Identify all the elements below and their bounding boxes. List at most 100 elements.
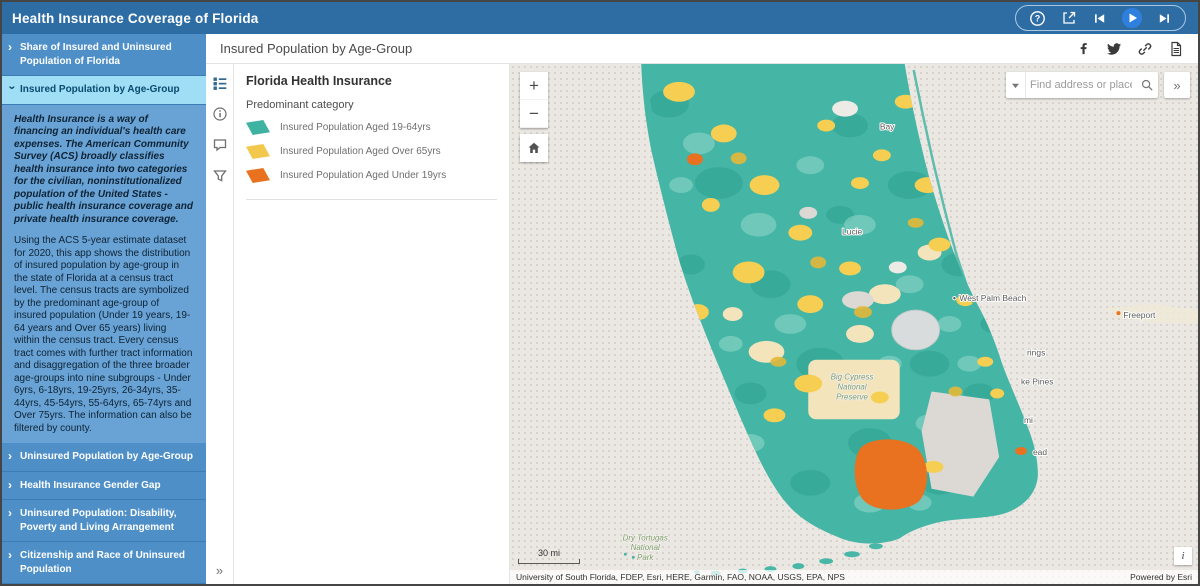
map-canvas[interactable]: Bay Lucie West Palm Beach Freeport rings… [510,64,1198,584]
share-buttons [1076,41,1184,57]
app-title: Health Insurance Coverage of Florida [12,10,259,26]
sidebar-item-label: Health Insurance Gender Gap [20,479,161,491]
sidebar-item-label: Share of Insured and Uninsured Populatio… [20,42,172,67]
home-button[interactable] [520,134,548,162]
help-button[interactable]: ? [1029,10,1046,27]
app-header: Health Insurance Coverage of Florida ? [2,2,1198,34]
panel-collapse-button[interactable]: » [206,563,233,578]
filter-icon [212,170,227,182]
zoom-in-button[interactable]: + [520,72,548,100]
park-label: Park [637,553,654,562]
legend-item: Insured Population Aged Over 65yrs [246,144,497,159]
zoom-controls: + − [520,72,548,128]
legend-item: Insured Population Aged 19-64yrs [246,120,497,135]
florida-map: Bay Lucie West Palm Beach Freeport rings… [622,64,1198,576]
copy-link-button[interactable] [1137,41,1153,57]
legend-swatch-yellow [246,144,270,159]
speech-bubble-icon [213,139,226,152]
facebook-icon [1080,43,1087,55]
chevron-right-icon: › [8,449,12,463]
legend-item-label: Insured Population Aged 19-64yrs [280,122,431,133]
search-submit-button[interactable] [1136,72,1158,98]
search-widget: » [1006,72,1190,98]
caret-down-icon [1012,83,1019,88]
legend-item-label: Insured Population Aged Over 65yrs [280,146,441,157]
app-window: Health Insurance Coverage of Florida ? ›… [0,0,1200,586]
sidebar: › Share of Insured and Uninsured Populat… [2,34,206,584]
comment-tab-button[interactable] [212,137,228,153]
scale-label: 30 mi [537,548,560,558]
map-label: rings [1027,348,1045,358]
powered-by-esri-link[interactable]: Powered by Esri [1130,572,1192,582]
legend-title: Florida Health Insurance [246,74,392,88]
map-label: Freeport [1123,310,1156,320]
park-label: National [631,543,660,552]
attribution-bar: University of South Florida, FDEP, Esri,… [510,570,1198,584]
panel-tool-strip: » [206,64,234,584]
sidebar-item-label: Uninsured Population: Disability, Povert… [20,508,177,533]
main-header: Insured Population by Age-Group [206,34,1198,64]
question-circle-icon: ? [1030,10,1045,26]
link-icon [1138,42,1152,55]
info-tab-button[interactable] [212,106,228,122]
skip-previous-button[interactable] [1092,11,1107,26]
legend-panel: Florida Health Insurance Predominant cat… [234,64,510,584]
map-label: Bay [880,122,895,132]
map-label: ead [1033,447,1047,457]
twitter-icon [1107,42,1121,55]
legend-item: Insured Population Aged Under 19yrs [246,168,497,183]
facebook-share-button[interactable] [1076,41,1091,56]
svg-text:?: ? [1035,13,1041,23]
skip-next-button[interactable] [1157,11,1172,26]
play-icon [1129,13,1137,23]
sidebar-item-gender-gap[interactable]: › Health Insurance Gender Gap [2,471,206,500]
home-icon [528,142,540,153]
chevron-right-icon: › [8,548,12,562]
sidebar-item-uninsured-by-age[interactable]: › Uninsured Population by Age-Group [2,443,206,472]
chevron-right-icon: › [8,477,12,492]
legend-widget: Florida Health Insurance Predominant cat… [246,73,497,200]
sidebar-description: Health Insurance is a way of financing a… [2,105,206,444]
legend-icon [213,77,226,90]
legend-swatch-teal [246,120,270,135]
park-label: Big Cypress [831,373,874,382]
description-body: Using the ACS 5-year estimate dataset fo… [14,235,193,434]
map-expand-button[interactable]: » [1164,72,1190,98]
legend-tab-button[interactable] [212,75,228,91]
header-controls: ? [1015,5,1186,31]
legend-swatch-orange [246,168,270,183]
description-intro: Health Insurance is a way of financing a… [14,113,193,225]
search-icon [1141,79,1153,91]
export-button[interactable] [1061,10,1077,26]
play-button[interactable] [1122,8,1142,28]
page-title: Insured Population by Age-Group [220,41,413,56]
sidebar-item-share-insured-uninsured[interactable]: › Share of Insured and Uninsured Populat… [2,34,206,76]
sidebar-item-insured-by-age[interactable]: › Insured Population by Age-Group [2,76,206,105]
attribution-info-button[interactable]: i [1174,547,1192,565]
chevron-right-icon: › [8,506,12,520]
export-icon [1063,11,1076,24]
export-pdf-button[interactable] [1168,41,1184,57]
scale-bracket [518,559,580,564]
sidebar-item-label: Citizenship and Race of Uninsured Popula… [20,550,186,575]
pdf-icon [1171,41,1182,56]
search-source-dropdown[interactable] [1006,72,1026,98]
info-icon [212,107,227,121]
search-input[interactable] [1026,79,1136,91]
sidebar-item-disability-poverty[interactable]: › Uninsured Population: Disability, Pove… [2,500,206,542]
skip-previous-icon [1095,13,1105,23]
twitter-share-button[interactable] [1106,41,1122,57]
sidebar-item-citizenship-race[interactable]: › Citizenship and Race of Uninsured Popu… [2,542,206,584]
filter-tab-button[interactable] [212,168,228,184]
scale-bar: 30 mi [518,548,580,564]
park-label: Dry Tortugas [623,533,668,542]
search-box [1006,72,1158,98]
attribution-text: University of South Florida, FDEP, Esri,… [516,572,845,582]
legend-item-label: Insured Population Aged Under 19yrs [280,170,447,181]
main-area: Insured Population by Age-Group » Florid… [206,34,1198,584]
chevron-right-icon: › [8,40,12,54]
zoom-out-button[interactable]: − [520,100,548,128]
skip-next-icon [1159,13,1169,23]
map-label: Lucie [842,227,862,237]
sidebar-item-label: Uninsured Population by Age-Group [20,451,193,462]
